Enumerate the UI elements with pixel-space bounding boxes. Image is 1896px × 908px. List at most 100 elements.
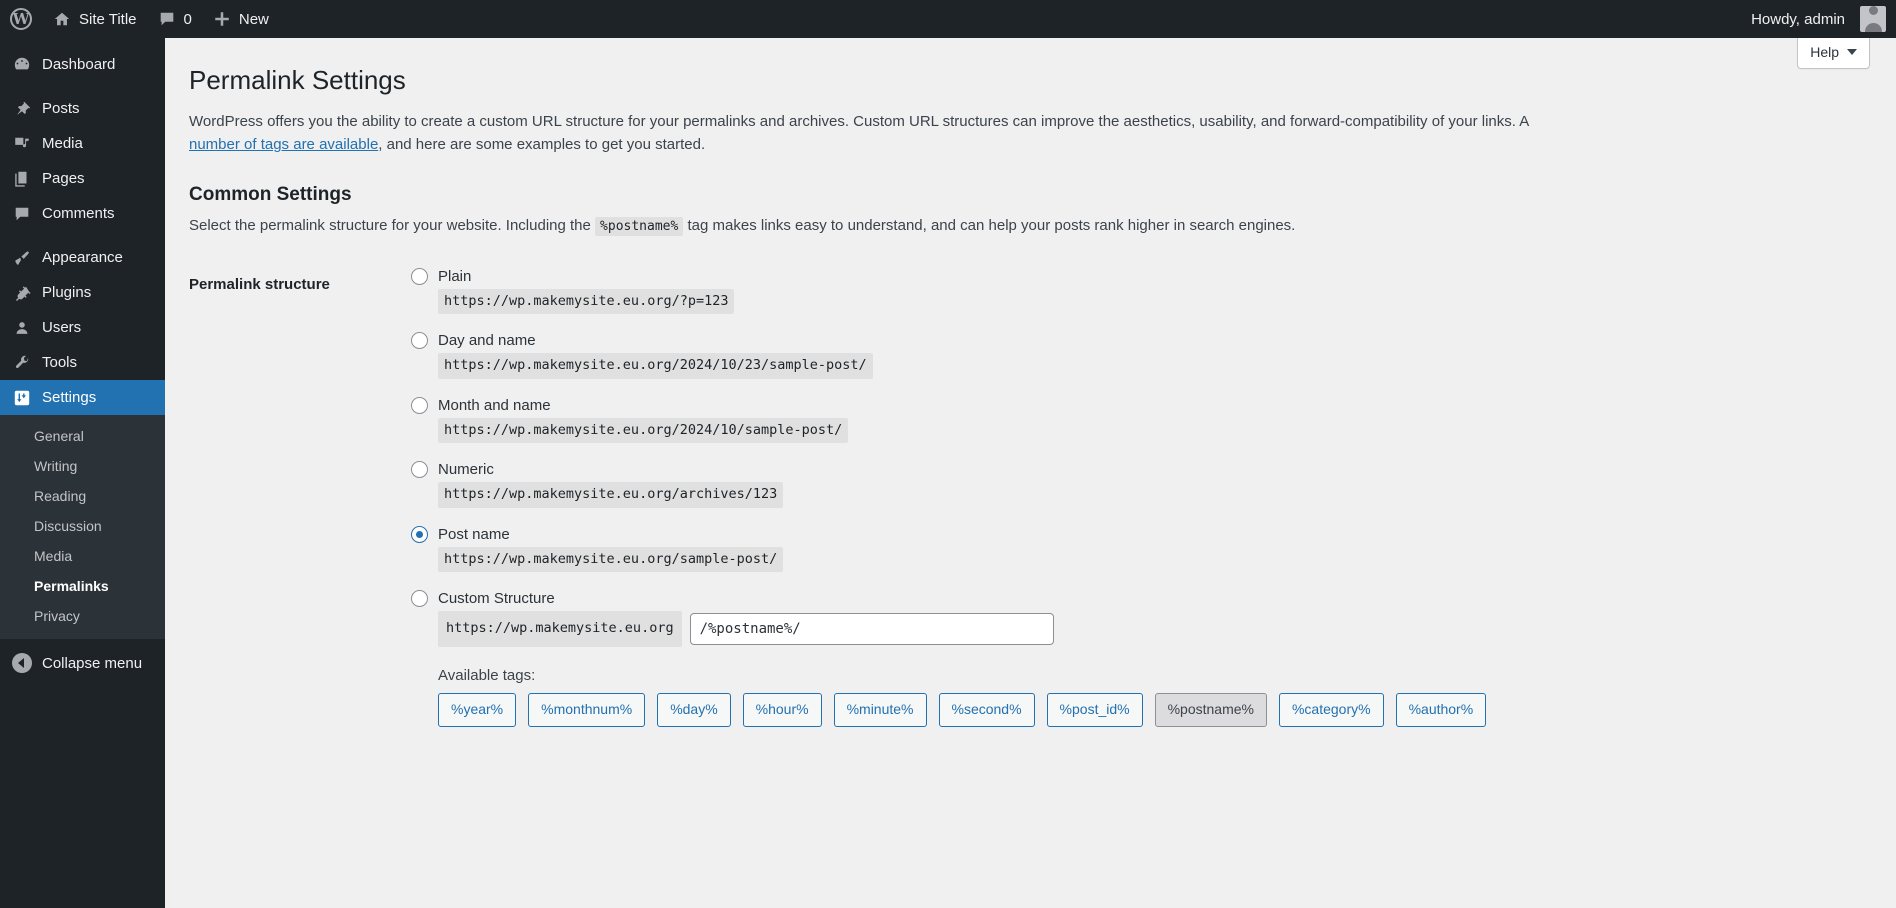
menu-spacer-top bbox=[0, 38, 165, 47]
option-plain[interactable]: Plain bbox=[411, 268, 1860, 285]
sidebar-item-appearance[interactable]: Appearance bbox=[0, 240, 165, 275]
intro-text-part2: , and here are some examples to get you … bbox=[378, 136, 705, 153]
option-label[interactable]: Custom Structure bbox=[438, 590, 555, 607]
example-post-name: https://wp.makemysite.eu.org/sample-post… bbox=[438, 547, 1860, 573]
sidebar-subitem-privacy[interactable]: Privacy bbox=[0, 601, 165, 631]
option-day-and-name[interactable]: Day and name bbox=[411, 332, 1860, 349]
settings-submenu: General Writing Reading Discussion Media… bbox=[0, 415, 165, 639]
wrench-icon bbox=[12, 353, 32, 373]
permalink-structure-form: Permalink structure Plain https://wp.mak… bbox=[189, 258, 1870, 737]
home-icon bbox=[52, 9, 72, 29]
tag-button-post-id[interactable]: %post_id% bbox=[1047, 693, 1143, 727]
wordpress-logo-icon: W bbox=[10, 8, 32, 30]
permalink-structure-options-cell: Plain https://wp.makemysite.eu.org/?p=12… bbox=[411, 258, 1870, 737]
main-content: Help Permalink Settings WordPress offers… bbox=[165, 38, 1896, 908]
sidebar-item-pages[interactable]: Pages bbox=[0, 161, 165, 196]
tag-button-author[interactable]: %author% bbox=[1396, 693, 1487, 727]
sidebar-subitem-media[interactable]: Media bbox=[0, 541, 165, 571]
help-tab-button[interactable]: Help bbox=[1797, 38, 1870, 69]
example-url: https://wp.makemysite.eu.org/2024/10/23/… bbox=[438, 353, 873, 379]
option-post-name[interactable]: Post name bbox=[411, 526, 1860, 543]
help-tab-label: Help bbox=[1810, 44, 1839, 60]
collapse-menu-button[interactable]: Collapse menu bbox=[0, 645, 165, 681]
sidebar-subitem-discussion[interactable]: Discussion bbox=[0, 511, 165, 541]
radio-plain[interactable] bbox=[411, 268, 428, 285]
radio-numeric[interactable] bbox=[411, 461, 428, 478]
new-content-menu[interactable]: New bbox=[202, 0, 279, 38]
sidebar-item-label: Appearance bbox=[42, 250, 123, 265]
sidebar-item-settings[interactable]: Settings bbox=[0, 380, 165, 415]
howdy-label: Howdy, admin bbox=[1751, 11, 1845, 28]
user-icon bbox=[12, 318, 32, 338]
custom-structure-prefix: https://wp.makemysite.eu.org bbox=[438, 611, 682, 647]
wordpress-logo-button[interactable]: W bbox=[0, 0, 42, 38]
comments-menu[interactable]: 0 bbox=[147, 0, 202, 38]
example-numeric: https://wp.makemysite.eu.org/archives/12… bbox=[438, 482, 1860, 508]
option-label[interactable]: Post name bbox=[438, 526, 510, 543]
site-name-menu[interactable]: Site Title bbox=[42, 0, 147, 38]
example-url: https://wp.makemysite.eu.org/archives/12… bbox=[438, 482, 783, 508]
comment-bubble-icon bbox=[157, 9, 177, 29]
radio-month-and-name[interactable] bbox=[411, 397, 428, 414]
tag-button-year[interactable]: %year% bbox=[438, 693, 516, 727]
pin-icon bbox=[12, 99, 32, 119]
sidebar-item-users[interactable]: Users bbox=[0, 310, 165, 345]
pages-icon bbox=[12, 169, 32, 189]
sidebar-item-tools[interactable]: Tools bbox=[0, 345, 165, 380]
option-label[interactable]: Numeric bbox=[438, 461, 494, 478]
my-account-menu[interactable]: Howdy, admin bbox=[1741, 0, 1896, 38]
plus-icon bbox=[212, 9, 232, 29]
tag-button-category[interactable]: %category% bbox=[1279, 693, 1384, 727]
option-numeric[interactable]: Numeric bbox=[411, 461, 1860, 478]
sidebar-item-label: Media bbox=[42, 136, 83, 151]
sidebar-item-plugins[interactable]: Plugins bbox=[0, 275, 165, 310]
sidebar-item-label: Comments bbox=[42, 206, 115, 221]
section-desc-part2: tag makes links easy to understand, and … bbox=[683, 217, 1295, 234]
permalink-structure-label: Permalink structure bbox=[189, 258, 411, 737]
option-custom-structure[interactable]: Custom Structure bbox=[411, 590, 1860, 607]
common-settings-description: Select the permalink structure for your … bbox=[189, 214, 1870, 237]
radio-post-name[interactable] bbox=[411, 526, 428, 543]
tag-button-day[interactable]: %day% bbox=[657, 693, 730, 727]
tag-button-postname[interactable]: %postname% bbox=[1155, 693, 1267, 727]
site-title-label: Site Title bbox=[79, 11, 137, 28]
sidebar-item-label: Dashboard bbox=[42, 57, 115, 72]
sidebar-subitem-reading[interactable]: Reading bbox=[0, 481, 165, 511]
option-label[interactable]: Month and name bbox=[438, 397, 551, 414]
common-settings-heading: Common Settings bbox=[189, 184, 1870, 206]
sidebar-item-comments[interactable]: Comments bbox=[0, 196, 165, 231]
menu-separator-2 bbox=[0, 231, 165, 240]
sidebar-item-posts[interactable]: Posts bbox=[0, 91, 165, 126]
number-of-tags-link[interactable]: number of tags are available bbox=[189, 136, 378, 153]
radio-day-and-name[interactable] bbox=[411, 332, 428, 349]
custom-structure-row: https://wp.makemysite.eu.org bbox=[438, 611, 1860, 647]
tag-button-minute[interactable]: %minute% bbox=[834, 693, 927, 727]
sidebar-item-label: Tools bbox=[42, 355, 77, 370]
radio-custom-structure[interactable] bbox=[411, 590, 428, 607]
tag-button-monthnum[interactable]: %monthnum% bbox=[528, 693, 645, 727]
section-desc-part1: Select the permalink structure for your … bbox=[189, 217, 595, 234]
tag-button-hour[interactable]: %hour% bbox=[743, 693, 822, 727]
sidebar-subitem-writing[interactable]: Writing bbox=[0, 451, 165, 481]
example-url: https://wp.makemysite.eu.org/2024/10/sam… bbox=[438, 418, 848, 444]
collapse-menu-label: Collapse menu bbox=[42, 655, 142, 672]
admin-sidebar-menu: Dashboard Posts Media Pages Comments App… bbox=[0, 38, 165, 908]
custom-structure-input[interactable] bbox=[690, 613, 1054, 645]
sidebar-item-media[interactable]: Media bbox=[0, 126, 165, 161]
tag-button-second[interactable]: %second% bbox=[939, 693, 1035, 727]
sidebar-subitem-general[interactable]: General bbox=[0, 421, 165, 451]
sidebar-item-dashboard[interactable]: Dashboard bbox=[0, 47, 165, 82]
option-label[interactable]: Plain bbox=[438, 268, 471, 285]
admin-bar-spacer bbox=[279, 0, 1741, 38]
admin-bar: W Site Title 0 New Howdy, admin bbox=[0, 0, 1896, 38]
page-title: Permalink Settings bbox=[189, 64, 1870, 98]
settings-page-wrap: Permalink Settings WordPress offers you … bbox=[165, 38, 1896, 737]
sidebar-item-label: Plugins bbox=[42, 285, 91, 300]
permalink-structure-fieldset: Plain https://wp.makemysite.eu.org/?p=12… bbox=[411, 268, 1860, 727]
option-label[interactable]: Day and name bbox=[438, 332, 536, 349]
example-day-and-name: https://wp.makemysite.eu.org/2024/10/23/… bbox=[438, 353, 1860, 379]
sidebar-subitem-permalinks[interactable]: Permalinks bbox=[0, 571, 165, 601]
option-month-and-name[interactable]: Month and name bbox=[411, 397, 1860, 414]
comments-count: 0 bbox=[184, 11, 192, 28]
settings-sliders-icon bbox=[12, 388, 32, 408]
